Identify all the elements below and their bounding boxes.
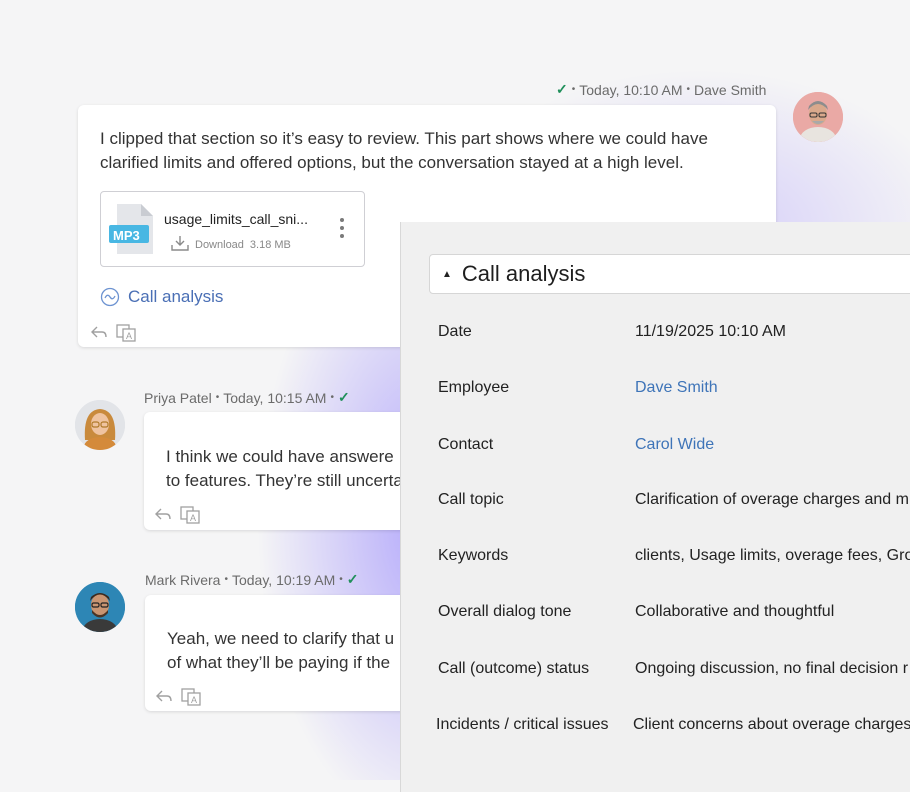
read-check-icon: ✓ xyxy=(556,81,568,97)
translate-icon[interactable]: A xyxy=(181,688,201,711)
message-author: Dave Smith xyxy=(694,81,767,98)
message-time: Today, 10:15 AM xyxy=(223,389,327,406)
attachment-filename: usage_limits_call_sni... xyxy=(164,211,308,227)
svg-text:A: A xyxy=(190,513,196,523)
row-label: Call (outcome) status xyxy=(438,660,590,677)
file-type-badge: MP3 xyxy=(113,228,140,243)
message-author: Priya Patel xyxy=(144,389,212,406)
row-label: Date xyxy=(438,323,472,340)
read-check-icon: ✓ xyxy=(337,389,350,405)
employee-link[interactable]: Dave Smith xyxy=(635,379,718,397)
call-analysis-header[interactable]: ▲ Call analysis xyxy=(429,254,910,294)
row-label: Overall dialog tone xyxy=(438,603,572,620)
message-meta: ✓ • Today, 10:10 AM • Dave Smith xyxy=(556,81,767,98)
row-value: 11/19/2025 10:10 AM xyxy=(635,323,786,340)
row-value: clients, Usage limits, overage fees, Gro xyxy=(635,547,910,564)
call-analysis-link[interactable]: Call analysis xyxy=(100,287,223,307)
row-label: Incidents / critical issues xyxy=(436,716,609,733)
person-avatar-icon xyxy=(793,92,843,142)
translate-icon[interactable]: A xyxy=(180,506,200,529)
row-value: Clarification of overage charges and m xyxy=(635,491,909,508)
person-avatar-icon xyxy=(75,400,125,450)
avatar-mark-rivera[interactable] xyxy=(75,582,125,632)
message-meta: Mark Rivera • Today, 10:19 AM • ✓ xyxy=(145,571,359,588)
reply-icon[interactable] xyxy=(90,324,108,347)
collapse-triangle-icon[interactable]: ▲ xyxy=(442,269,452,280)
row-value: Collaborative and thoughtful xyxy=(635,603,835,620)
call-analysis-panel: ▲ Call analysis Date 11/19/2025 10:10 AM… xyxy=(400,222,910,792)
row-label: Keywords xyxy=(438,547,509,564)
attachment-card[interactable]: MP3 usage_limits_call_sni... Download 3.… xyxy=(100,191,365,267)
message-bubble: Yeah, we need to clarify that u of what … xyxy=(145,595,415,711)
row-value: Ongoing discussion, no final decision r xyxy=(635,660,909,677)
avatar-dave-smith[interactable] xyxy=(793,92,843,142)
message-time: Today, 10:10 AM xyxy=(579,81,683,98)
message-time: Today, 10:19 AM xyxy=(231,571,336,588)
wave-circle-icon xyxy=(100,287,120,307)
panel-title: Call analysis xyxy=(461,261,586,286)
contact-link[interactable]: Carol Wide xyxy=(635,436,714,454)
download-link[interactable]: Download xyxy=(195,239,244,251)
translate-icon[interactable]: A xyxy=(116,324,136,347)
avatar-priya-patel[interactable] xyxy=(75,400,125,450)
file-size: 3.18 MB xyxy=(249,238,291,251)
download-icon[interactable] xyxy=(171,235,189,254)
mp3-file-icon: MP3 xyxy=(109,202,155,256)
message-author: Mark Rivera xyxy=(145,571,221,588)
message-meta: Priya Patel • Today, 10:15 AM • ✓ xyxy=(144,389,350,406)
message-text-line: of what they’ll be paying if the xyxy=(167,653,391,672)
reply-icon[interactable] xyxy=(155,688,173,711)
message-text-line: Yeah, we need to clarify that u xyxy=(167,629,395,648)
more-options-icon[interactable] xyxy=(338,218,346,242)
person-avatar-icon xyxy=(75,582,125,632)
svg-text:A: A xyxy=(126,331,132,341)
read-check-icon: ✓ xyxy=(346,571,359,587)
message-text-line: to features. They’re still uncerta xyxy=(166,471,403,490)
message-bubble: I think we could have answere to feature… xyxy=(144,412,414,530)
message-text: I clipped that section so it’s easy to r… xyxy=(100,129,708,172)
row-value: Client concerns about overage charges xyxy=(633,716,910,733)
svg-text:A: A xyxy=(191,695,197,705)
call-analysis-label: Call analysis xyxy=(128,287,224,306)
row-label: Contact xyxy=(438,436,494,453)
reply-icon[interactable] xyxy=(154,506,172,529)
message-text-line: I think we could have answere xyxy=(166,447,394,466)
row-label: Call topic xyxy=(438,491,504,508)
row-label: Employee xyxy=(438,379,510,396)
